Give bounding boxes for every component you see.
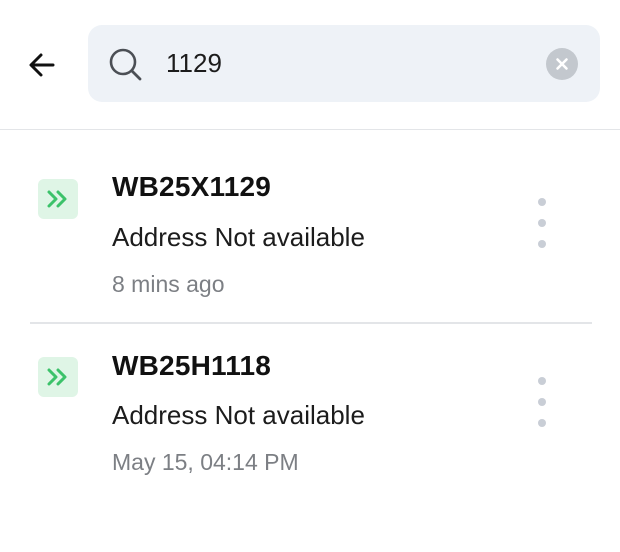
more-options-button[interactable]: [530, 377, 554, 427]
more-options-button[interactable]: [530, 198, 554, 248]
list-item[interactable]: WB25X1129 Address Not available 8 mins a…: [0, 131, 620, 309]
vehicle-address: Address Not available: [112, 400, 365, 430]
vehicle-number: WB25H1118: [112, 350, 272, 381]
search-header: [0, 0, 620, 130]
search-input[interactable]: [166, 43, 526, 83]
vehicle-address: Address Not available: [112, 222, 365, 252]
search-results-screen: WB25X1129 Address Not available 8 mins a…: [0, 0, 620, 552]
search-icon: [106, 45, 144, 83]
list-item[interactable]: WB25H1118 Address Not available May 15, …: [0, 323, 620, 523]
close-icon: [556, 58, 568, 70]
clear-search-button[interactable]: [546, 48, 578, 80]
more-vertical-icon: [538, 377, 546, 385]
vehicle-number: WB25X1129: [112, 171, 272, 202]
search-bar[interactable]: [88, 25, 600, 102]
more-vertical-icon: [538, 198, 546, 206]
list-divider: [30, 322, 592, 324]
back-button[interactable]: [22, 45, 62, 85]
arrow-left-icon: [29, 53, 55, 77]
double-chevron-right-icon: [38, 357, 78, 397]
last-updated-time: May 15, 04:14 PM: [112, 449, 299, 475]
last-updated-time: 8 mins ago: [112, 271, 225, 297]
double-chevron-right-icon: [38, 179, 78, 219]
